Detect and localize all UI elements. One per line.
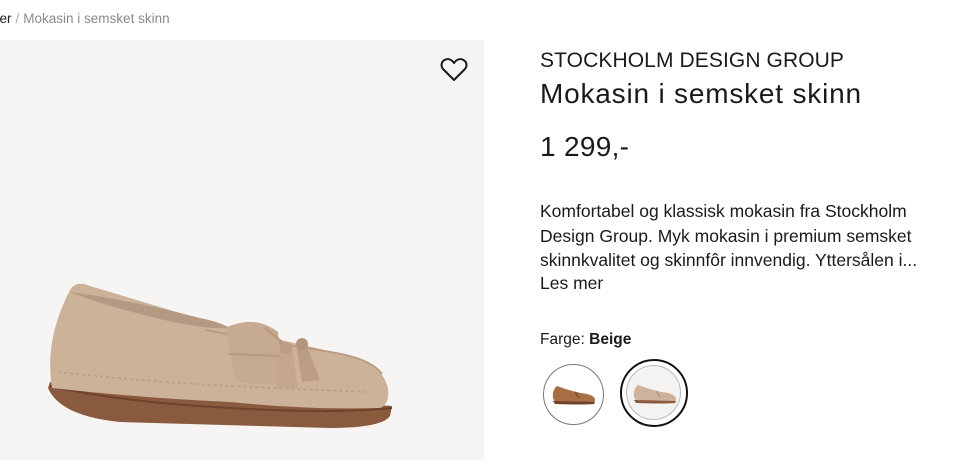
wishlist-button[interactable]: [440, 57, 468, 83]
breadcrumb-current: Mokasin i semsket skinn: [23, 11, 170, 26]
product-image-area: [0, 40, 484, 460]
color-label-value: Beige: [589, 331, 632, 348]
breadcrumb-separator: /: [15, 11, 20, 26]
color-label-prefix: Farge:: [540, 331, 585, 348]
swatch-shoe-image: [633, 385, 676, 404]
product-image: [48, 283, 393, 428]
breadcrumb: ner/Mokasin i semsket skinn: [0, 11, 170, 26]
color-label: Farge: Beige: [540, 331, 631, 349]
heart-icon: [440, 58, 468, 81]
color-swatch-brown[interactable]: [543, 364, 604, 425]
color-swatch-beige[interactable]: [620, 359, 688, 427]
swatch-shoe-image: [552, 386, 595, 405]
product-price: 1 299,-: [540, 131, 630, 162]
product-brand[interactable]: STOCKHOLM DESIGN GROUP: [540, 49, 844, 73]
breadcrumb-link-previous[interactable]: ner: [0, 11, 12, 26]
product-description: Komfortabel og klassisk mokasin fra Stoc…: [540, 201, 918, 270]
product-title: Mokasin i semsket skinn: [540, 78, 862, 109]
read-more-link[interactable]: Les mer: [540, 273, 603, 294]
